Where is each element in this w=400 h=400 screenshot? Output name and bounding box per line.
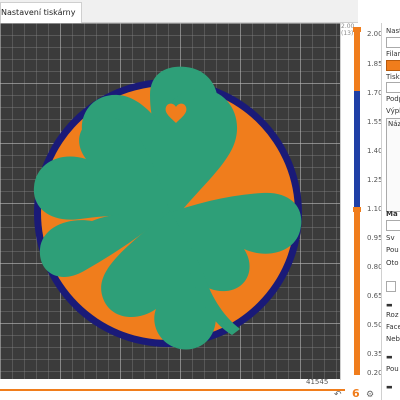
coordinate-readout: 41545 — [306, 378, 329, 386]
slider-top-sub: (13) — [341, 30, 354, 37]
infill-label: Výpl — [386, 107, 400, 115]
errors-label: Neb — [386, 335, 400, 343]
section-label: ▬ — [386, 301, 393, 309]
object-list-header: Náz — [388, 120, 400, 128]
slider-lower-thumb[interactable] — [353, 207, 361, 212]
tab-printer-settings[interactable]: Nastavení tiskárny — [0, 2, 83, 23]
slider-segment-blue — [354, 91, 360, 209]
gear-icon[interactable]: ⚙ — [366, 391, 374, 400]
rotation-label: Oto — [386, 259, 399, 267]
tab-bar: Nastavení tiskárny — [0, 0, 358, 23]
printer-label: Tiská — [386, 73, 400, 81]
section-label: ▬ — [386, 353, 393, 361]
current-layer-number: 6 — [352, 387, 360, 400]
position-label: Pou — [386, 246, 399, 254]
checkbox[interactable] — [386, 281, 396, 292]
size-label: Roz — [386, 311, 399, 319]
facets-label: Face — [386, 323, 400, 331]
slider-segment-orange-top — [354, 29, 360, 91]
print-settings-dropdown[interactable] — [386, 37, 400, 48]
coordinate-value-label: Sv — [386, 234, 395, 242]
printer-dropdown[interactable] — [386, 82, 400, 93]
usage-label: Pou — [386, 365, 399, 373]
filament-color-swatch[interactable] — [386, 60, 400, 71]
object-list[interactable]: Náz — [386, 118, 400, 212]
layer-slider[interactable]: 2.00 (13) 2.00 1.85 1.70 1.55 1.40 1.25 … — [340, 23, 383, 380]
supports-label: Podp — [386, 95, 400, 103]
undo-icon[interactable]: ↶ — [334, 391, 342, 400]
manipulation-label: Ma — [386, 210, 398, 218]
filament-label: Filam — [386, 50, 400, 58]
horizontal-layer-slider[interactable] — [0, 389, 345, 391]
3d-viewport[interactable] — [0, 23, 340, 379]
right-settings-panel: Nast Filam Tiská Podp Výpl Náz Ma Sv Pou… — [381, 23, 400, 400]
section-label: ▬ — [386, 383, 393, 391]
slider-segment-orange-bottom — [354, 209, 360, 375]
build-plate-scene[interactable] — [0, 23, 340, 379]
print-settings-label: Nast — [386, 27, 400, 35]
coordinate-dropdown[interactable] — [386, 220, 400, 231]
slider-upper-thumb[interactable] — [353, 27, 361, 32]
